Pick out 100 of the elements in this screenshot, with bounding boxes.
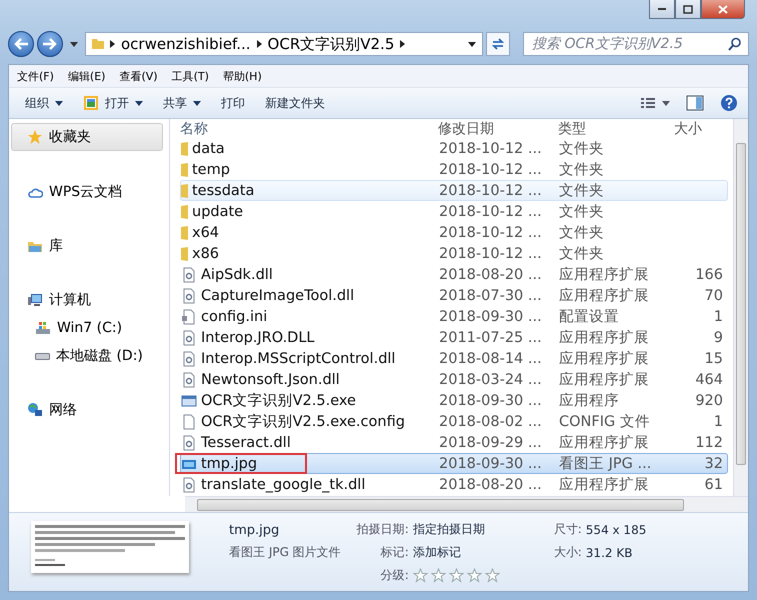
file-row[interactable]: data 2018-10-12 ... 文件夹 xyxy=(180,138,728,159)
forward-button[interactable] xyxy=(37,31,63,57)
file-row[interactable]: CaptureImageTool.dll 2018-07-30 ... 应用程序扩展 70 xyxy=(180,285,728,306)
date-cell-text: 2018-10-12 ... xyxy=(439,204,543,220)
date-cell-text: 2018-10-12 ... xyxy=(439,162,543,178)
sidebar-item[interactable]: 本地磁盘 (D:) xyxy=(9,343,169,369)
close-button[interactable] xyxy=(701,0,745,19)
file-row[interactable]: OCR文字识别V2.5.exe 2018-09-30 ... 应用程序 920 xyxy=(180,390,728,411)
rating-stars[interactable] xyxy=(412,568,500,583)
size-cell-text: 920 xyxy=(694,392,723,408)
caret-icon xyxy=(55,100,63,106)
date-cell-text: 2018-03-24 ... xyxy=(439,372,543,388)
menu-item[interactable]: 编辑(E) xyxy=(68,68,106,84)
minimize-button[interactable] xyxy=(649,0,675,19)
horizontal-scrollbar[interactable] xyxy=(185,496,748,512)
close-icon xyxy=(718,4,728,14)
breadcrumb-arrow-icon[interactable] xyxy=(400,40,406,48)
file-row[interactable]: OCR文字识别V2.5.exe.config 2018-08-02 ... CONFIG 文件 1 xyxy=(180,411,728,432)
sidebar-item[interactable]: Win7 (C:) xyxy=(9,315,169,341)
file-row[interactable]: Newtonsoft.Json.dll 2018-03-24 ... 应用程序扩展 464 xyxy=(180,369,728,390)
file-row[interactable]: AipSdk.dll 2018-08-20 ... 应用程序扩展 166 xyxy=(180,264,728,285)
gear-file-icon xyxy=(181,288,197,304)
breadcrumb-arrow-icon[interactable] xyxy=(256,40,262,48)
system-drive-icon xyxy=(35,320,51,336)
field-value[interactable]: 指定拍摄日期 xyxy=(412,521,500,538)
view-options-icon[interactable] xyxy=(640,96,670,110)
maximize-icon xyxy=(683,4,693,14)
file-name: CaptureImageTool.dll xyxy=(201,288,354,304)
breadcrumb-segment[interactable]: ocrwenzishibief... xyxy=(121,35,251,53)
folder-icon xyxy=(181,162,188,176)
column-header[interactable]: 大小 xyxy=(672,120,724,138)
gear-file-icon xyxy=(181,350,197,366)
type-cell-text: 应用程序 xyxy=(559,392,620,410)
dropdown-caret-icon[interactable] xyxy=(468,42,476,46)
gear-file-icon xyxy=(181,330,197,346)
breadcrumb-segment[interactable]: OCR文字识别V2.5 xyxy=(268,34,394,54)
date-cell-text: 2018-10-12 ... xyxy=(439,182,543,198)
toolbar-button[interactable]: 组织 xyxy=(17,90,71,116)
help-icon[interactable] xyxy=(720,94,738,112)
type-cell-text: 应用程序扩展 xyxy=(559,266,650,284)
file-row[interactable]: x64 2018-10-12 ... 文件夹 xyxy=(180,222,728,243)
file-name: tmp.jpg xyxy=(229,523,280,538)
sidebar-item[interactable]: 计算机 xyxy=(9,287,169,313)
star-icon xyxy=(430,568,446,583)
file-name: data xyxy=(192,140,225,156)
field-label: 尺寸: xyxy=(554,521,582,538)
search-icon xyxy=(728,37,742,51)
preview-pane-icon[interactable] xyxy=(686,95,704,111)
address-bar[interactable]: ocrwenzishibief... OCR文字识别V2.5 xyxy=(85,32,483,56)
back-button[interactable] xyxy=(8,31,34,57)
column-header[interactable]: 修改日期 xyxy=(438,120,558,138)
file-row[interactable]: temp 2018-10-12 ... 文件夹 xyxy=(180,159,728,180)
folder-icon xyxy=(92,39,104,49)
search-field[interactable]: 搜索 OCR文字识别V2.5 xyxy=(523,32,749,56)
sidebar-item[interactable]: 收藏夹 xyxy=(11,123,163,151)
file-row[interactable]: Tesseract.dll 2018-09-29 ... 应用程序扩展 112 xyxy=(180,432,728,453)
network-icon xyxy=(27,402,43,418)
column-header[interactable]: 名称 xyxy=(180,120,438,138)
folder-icon xyxy=(181,184,188,198)
sidebar-item[interactable]: 网络 xyxy=(9,397,169,423)
file-row[interactable]: config.ini 2018-09-30 ... 配置设置 1 xyxy=(180,306,728,327)
history-caret-icon[interactable] xyxy=(70,42,78,46)
type-cell-text: 文件夹 xyxy=(559,245,605,263)
computer-icon xyxy=(27,292,43,308)
menu-item[interactable]: 工具(T) xyxy=(172,68,209,84)
file-row[interactable]: x86 2018-10-12 ... 文件夹 xyxy=(180,243,728,264)
file-row[interactable]: tessdata 2018-10-12 ... 文件夹 xyxy=(180,180,728,201)
refresh-button[interactable] xyxy=(486,32,510,56)
folder-icon xyxy=(181,142,188,156)
menu-item[interactable]: 查看(V) xyxy=(119,68,158,84)
type-cell-text: 文件夹 xyxy=(559,224,605,242)
menu-item[interactable]: 文件(F) xyxy=(17,68,54,84)
star-icon xyxy=(27,129,43,145)
star-icon xyxy=(412,568,428,583)
file-row[interactable]: Interop.MSScriptControl.dll 2018-08-14 ... 应用程序扩展 15 xyxy=(180,348,728,369)
type-cell-text: 应用程序扩展 xyxy=(559,434,650,452)
file-row[interactable]: Interop.JRO.DLL 2011-07-25 ... 应用程序扩展 9 xyxy=(180,327,728,348)
field-label: 分级: xyxy=(380,567,409,584)
size-cell-text: 112 xyxy=(694,434,723,450)
sidebar-item[interactable]: WPS云文档 xyxy=(9,179,169,205)
size-cell-text: 1 xyxy=(712,414,723,430)
toolbar-button[interactable]: 打印 xyxy=(213,90,253,116)
file-name: tessdata xyxy=(192,182,254,198)
caret-icon xyxy=(193,100,201,106)
file-row[interactable]: update 2018-10-12 ... 文件夹 xyxy=(180,201,728,222)
vertical-scrollbar[interactable] xyxy=(733,119,748,496)
toolbar-button[interactable]: 新建文件夹 xyxy=(257,90,333,116)
menu-item[interactable]: 帮助(H) xyxy=(222,68,262,84)
field-value[interactable]: 添加标记 xyxy=(412,544,500,561)
column-header[interactable]: 类型 xyxy=(558,120,672,138)
file-name: AipSdk.dll xyxy=(201,266,273,282)
file-row[interactable]: translate_google_tk.dll 2018-08-20 ... 应用程序扩展 61 xyxy=(180,474,728,495)
sidebar-item[interactable]: 库 xyxy=(9,233,169,259)
breadcrumb-arrow-icon[interactable] xyxy=(110,40,115,48)
toolbar-button[interactable]: 打开 xyxy=(75,90,151,116)
toolbar-button[interactable]: 共享 xyxy=(155,90,209,116)
field-label: 拍摄日期: xyxy=(356,521,409,538)
maximize-button[interactable] xyxy=(675,0,701,19)
type-cell-text: 应用程序扩展 xyxy=(559,286,650,305)
date-cell-text: 2018-09-30 ... xyxy=(439,456,543,472)
